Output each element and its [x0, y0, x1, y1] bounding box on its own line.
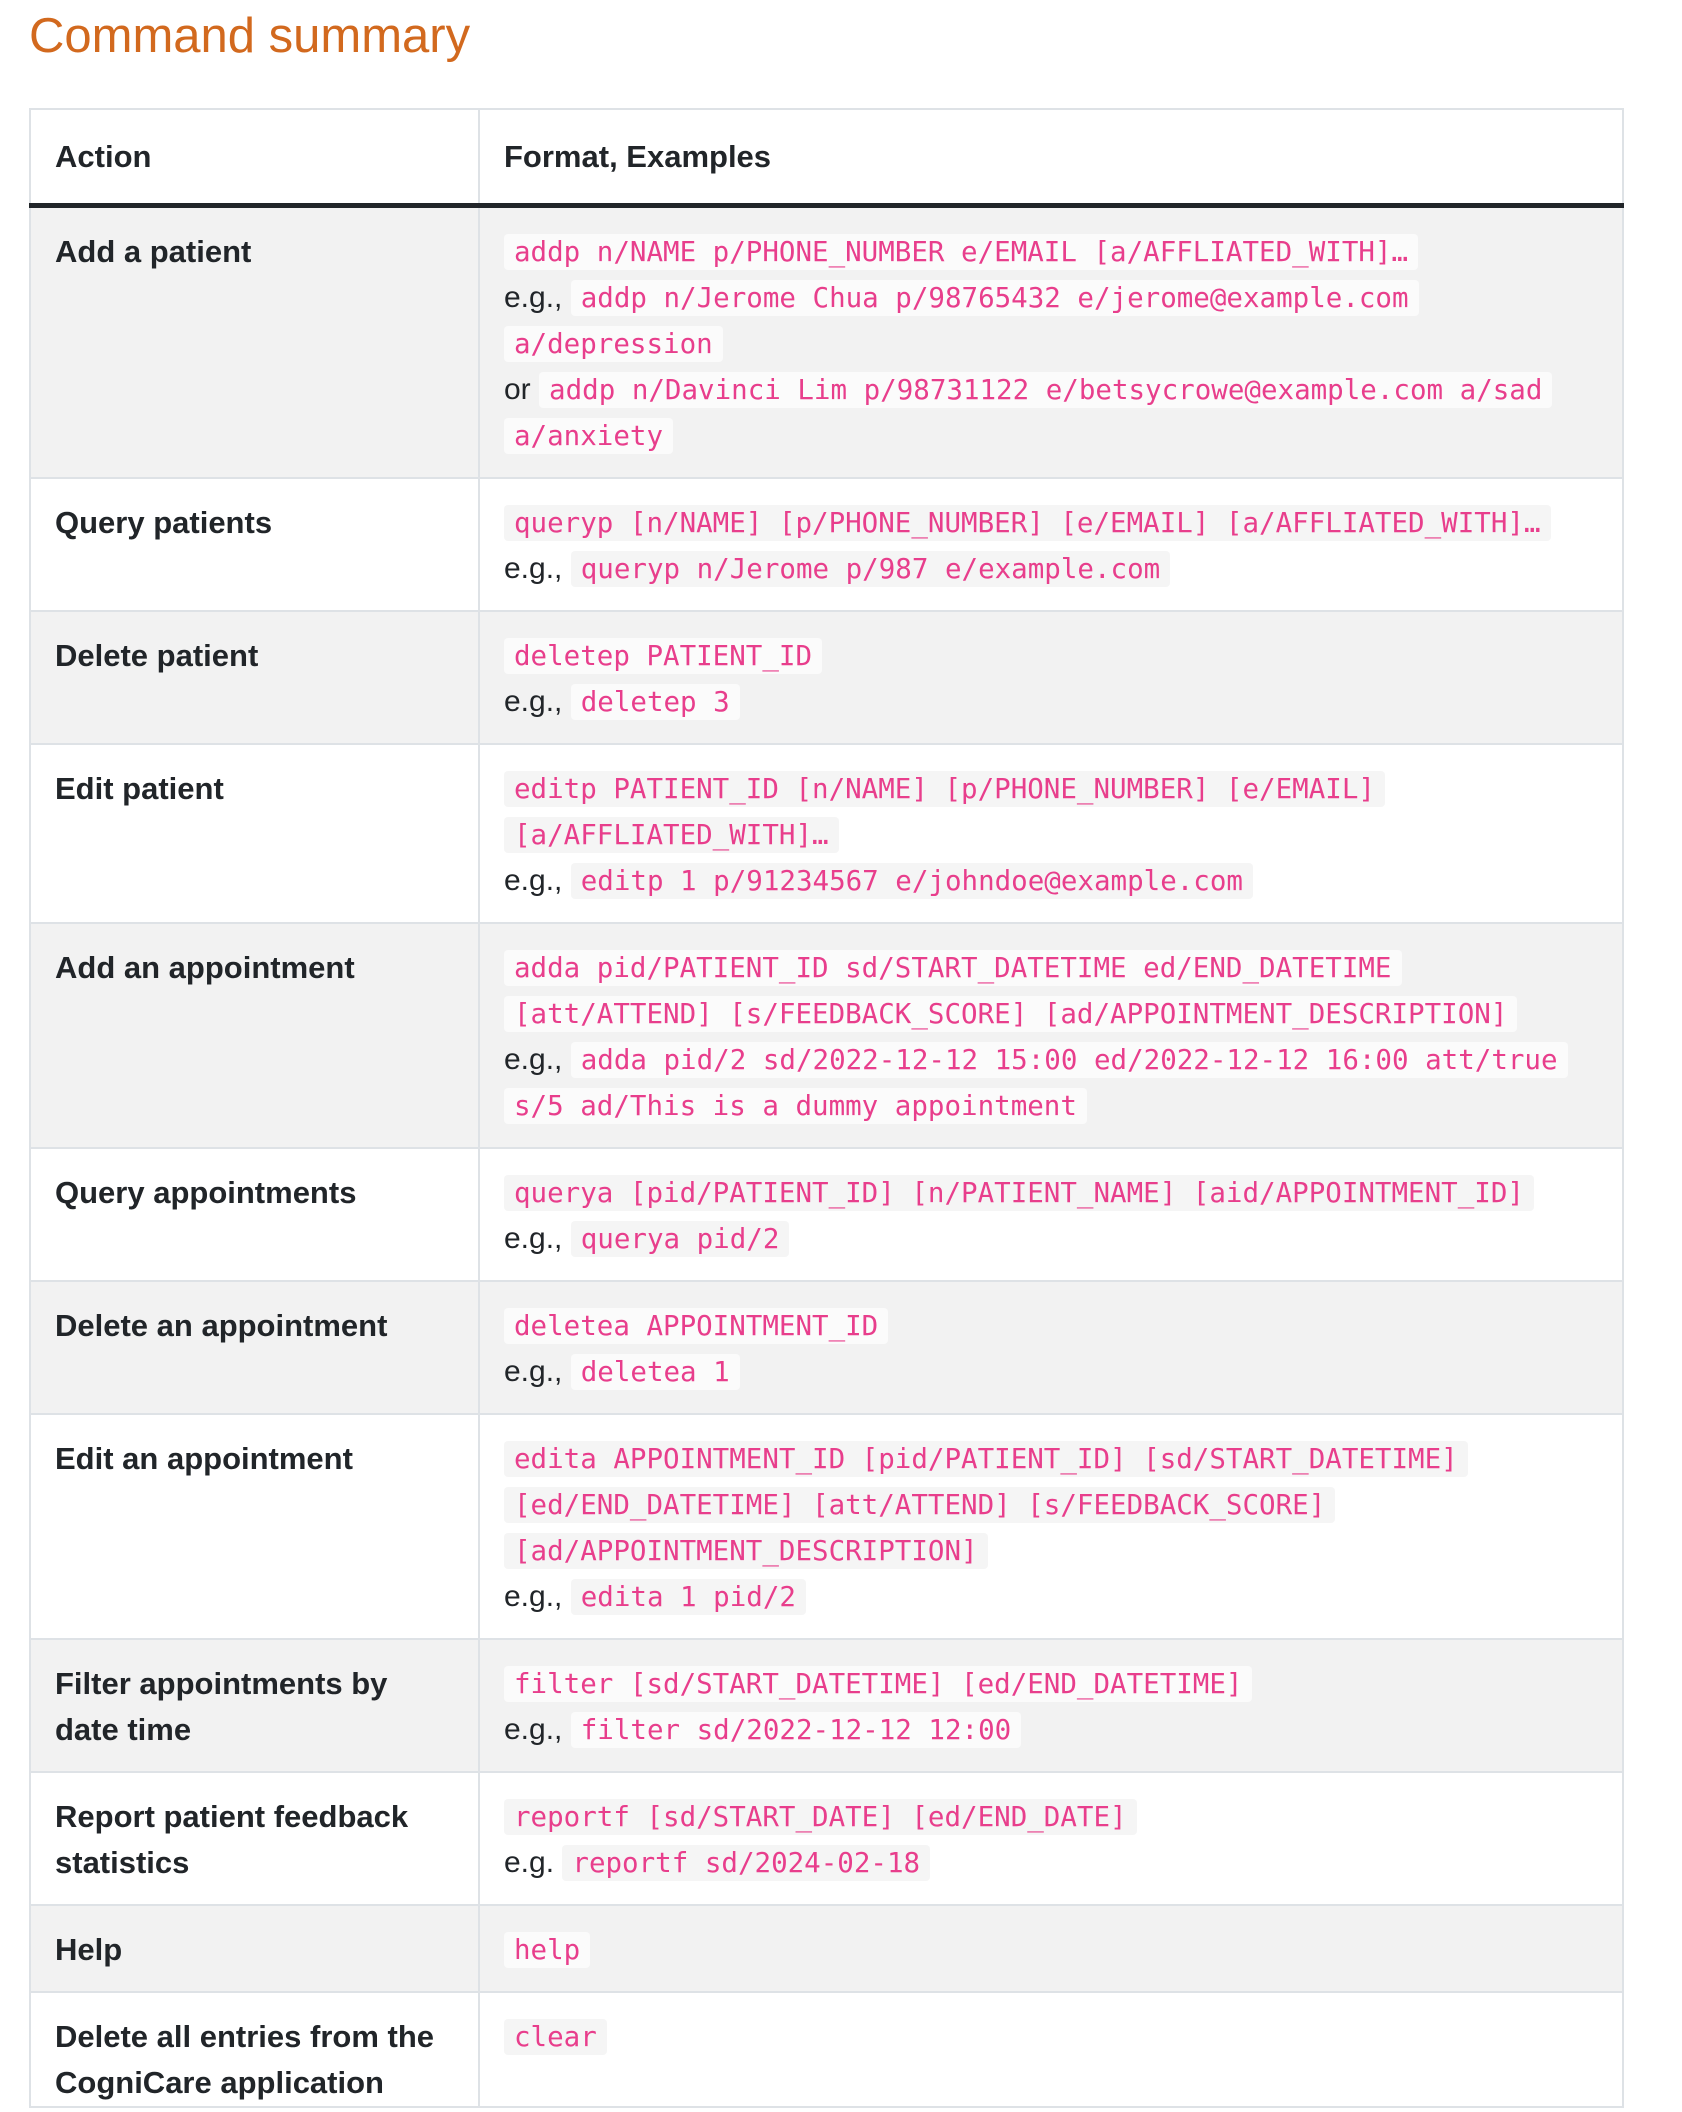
format-cell: edita APPOINTMENT_ID [pid/PATIENT_ID] [s…	[478, 1414, 1623, 1640]
action-cell: Add a patient	[29, 205, 479, 479]
format-cell: filter [sd/START_DATETIME] [ed/END_DATET…	[478, 1639, 1623, 1773]
table-row: Delete patient deletep PATIENT_ID e.g., …	[29, 611, 1623, 745]
example-prefix: e.g.,	[504, 1222, 563, 1255]
format-cell: help	[478, 1905, 1623, 1993]
example-line: e.g. reportf sd/2024-02-18	[504, 1840, 1598, 1886]
format-cell: deletea APPOINTMENT_ID e.g., deletea 1	[478, 1281, 1623, 1415]
table-row: Help help	[29, 1905, 1623, 1993]
example-prefix: e.g.,	[504, 1355, 563, 1388]
format-line: filter [sd/START_DATETIME] [ed/END_DATET…	[504, 1661, 1598, 1707]
table-row: Edit an appointment edita APPOINTMENT_ID…	[29, 1414, 1623, 1640]
example-code: editp 1 p/91234567 e/johndoe@example.com	[570, 863, 1253, 899]
format-line: queryp [n/NAME] [p/PHONE_NUMBER] [e/EMAI…	[504, 500, 1598, 546]
format-line: reportf [sd/START_DATE] [ed/END_DATE]	[504, 1794, 1598, 1840]
example-code: deletep 3	[570, 684, 740, 720]
example-line: e.g., deletep 3	[504, 679, 1598, 725]
example-prefix: e.g.	[504, 1846, 555, 1879]
command-summary-table: Action Format, Examples Add a patient ad…	[29, 108, 1624, 2108]
action-cell: Filter appointments by date time	[29, 1639, 479, 1773]
action-cell: Add an appointment	[29, 923, 479, 1149]
table-row: Delete an appointment deletea APPOINTMEN…	[29, 1281, 1623, 1415]
command-format: clear	[504, 2019, 607, 2055]
command-format: help	[504, 1932, 591, 1968]
example-line: e.g., adda pid/2 sd/2022-12-12 15:00 ed/…	[504, 1037, 1598, 1129]
format-cell: deletep PATIENT_ID e.g., deletep 3	[478, 611, 1623, 745]
table-row: Filter appointments by date time filter …	[29, 1639, 1623, 1773]
format-line: addp n/NAME p/PHONE_NUMBER e/EMAIL [a/AF…	[504, 229, 1598, 275]
example-prefix: e.g.,	[504, 552, 563, 585]
action-cell: Edit patient	[29, 744, 479, 924]
format-cell: clear	[478, 1992, 1623, 2108]
action-cell: Help	[29, 1905, 479, 1993]
format-line: adda pid/PATIENT_ID sd/START_DATETIME ed…	[504, 945, 1598, 1037]
example-code: adda pid/2 sd/2022-12-12 15:00 ed/2022-1…	[504, 1042, 1568, 1124]
format-line: editp PATIENT_ID [n/NAME] [p/PHONE_NUMBE…	[504, 766, 1598, 858]
command-format: deletea APPOINTMENT_ID	[504, 1308, 889, 1344]
table-row: Delete all entries from the CogniCare ap…	[29, 1992, 1623, 2108]
page-title: Command summary	[29, 9, 471, 63]
example-line: e.g., querya pid/2	[504, 1216, 1598, 1262]
command-format: querya [pid/PATIENT_ID] [n/PATIENT_NAME]…	[504, 1175, 1534, 1211]
action-cell: Report patient feedback statistics	[29, 1772, 479, 1906]
command-format: filter [sd/START_DATETIME] [ed/END_DATET…	[504, 1666, 1253, 1702]
format-cell: editp PATIENT_ID [n/NAME] [p/PHONE_NUMBE…	[478, 744, 1623, 924]
example-code: addp n/Davinci Lim p/98731122 e/betsycro…	[504, 372, 1553, 454]
example-prefix: e.g.,	[504, 685, 563, 718]
example-prefix: e.g.,	[504, 864, 563, 897]
format-cell: reportf [sd/START_DATE] [ed/END_DATE] e.…	[478, 1772, 1623, 1906]
command-format: adda pid/PATIENT_ID sd/START_DATETIME ed…	[504, 950, 1518, 1032]
format-line: help	[504, 1927, 1598, 1973]
example-line: e.g., deletea 1	[504, 1349, 1598, 1395]
command-format: editp PATIENT_ID [n/NAME] [p/PHONE_NUMBE…	[504, 771, 1385, 853]
format-cell: querya [pid/PATIENT_ID] [n/PATIENT_NAME]…	[478, 1148, 1623, 1282]
example-prefix: e.g.,	[504, 1580, 563, 1613]
action-cell: Query appointments	[29, 1148, 479, 1282]
table-row: Query patients queryp [n/NAME] [p/PHONE_…	[29, 478, 1623, 612]
table-row: Report patient feedback statistics repor…	[29, 1772, 1623, 1906]
example-prefix: e.g.,	[504, 1043, 563, 1076]
command-format: deletep PATIENT_ID	[504, 638, 823, 674]
command-format: queryp [n/NAME] [p/PHONE_NUMBER] [e/EMAI…	[504, 505, 1551, 541]
table-header-row: Action Format, Examples	[29, 108, 1623, 208]
example-line: or addp n/Davinci Lim p/98731122 e/betsy…	[504, 367, 1598, 459]
example-line: e.g., queryp n/Jerome p/987 e/example.co…	[504, 546, 1598, 592]
example-line: e.g., addp n/Jerome Chua p/98765432 e/je…	[504, 275, 1598, 367]
example-code: querya pid/2	[570, 1221, 790, 1257]
command-format: edita APPOINTMENT_ID [pid/PATIENT_ID] [s…	[504, 1441, 1468, 1569]
format-line: edita APPOINTMENT_ID [pid/PATIENT_ID] [s…	[504, 1436, 1598, 1574]
command-format: addp n/NAME p/PHONE_NUMBER e/EMAIL [a/AF…	[504, 234, 1419, 270]
command-format: reportf [sd/START_DATE] [ed/END_DATE]	[504, 1799, 1137, 1835]
format-line: deletep PATIENT_ID	[504, 633, 1598, 679]
format-line: deletea APPOINTMENT_ID	[504, 1303, 1598, 1349]
example-prefix: e.g.,	[504, 1713, 563, 1746]
format-cell: adda pid/PATIENT_ID sd/START_DATETIME ed…	[478, 923, 1623, 1149]
example-code: queryp n/Jerome p/987 e/example.com	[570, 551, 1171, 587]
format-line: querya [pid/PATIENT_ID] [n/PATIENT_NAME]…	[504, 1170, 1598, 1216]
example-code: deletea 1	[570, 1354, 740, 1390]
format-line: clear	[504, 2014, 1598, 2060]
table-row: Query appointments querya [pid/PATIENT_I…	[29, 1148, 1623, 1282]
example-code: edita 1 pid/2	[570, 1579, 806, 1615]
table-row: Add an appointment adda pid/PATIENT_ID s…	[29, 923, 1623, 1149]
action-cell: Query patients	[29, 478, 479, 612]
column-header-action: Action	[29, 108, 479, 208]
example-line: e.g., edita 1 pid/2	[504, 1574, 1598, 1620]
format-cell: queryp [n/NAME] [p/PHONE_NUMBER] [e/EMAI…	[478, 478, 1623, 612]
table-row: Add a patient addp n/NAME p/PHONE_NUMBER…	[29, 205, 1623, 479]
action-cell: Delete an appointment	[29, 1281, 479, 1415]
example-code: reportf sd/2024-02-18	[562, 1845, 931, 1881]
format-cell: addp n/NAME p/PHONE_NUMBER e/EMAIL [a/AF…	[478, 205, 1623, 479]
action-cell: Delete all entries from the CogniCare ap…	[29, 1992, 479, 2108]
example-code: filter sd/2022-12-12 12:00	[570, 1712, 1022, 1748]
example-code: addp n/Jerome Chua p/98765432 e/jerome@e…	[504, 280, 1419, 362]
example-line: e.g., filter sd/2022-12-12 12:00	[504, 1707, 1598, 1753]
table-row: Edit patient editp PATIENT_ID [n/NAME] […	[29, 744, 1623, 924]
action-cell: Edit an appointment	[29, 1414, 479, 1640]
column-header-format: Format, Examples	[478, 108, 1623, 208]
example-line: e.g., editp 1 p/91234567 e/johndoe@examp…	[504, 858, 1598, 904]
example-prefix: or	[504, 373, 531, 406]
action-cell: Delete patient	[29, 611, 479, 745]
example-prefix: e.g.,	[504, 281, 563, 314]
